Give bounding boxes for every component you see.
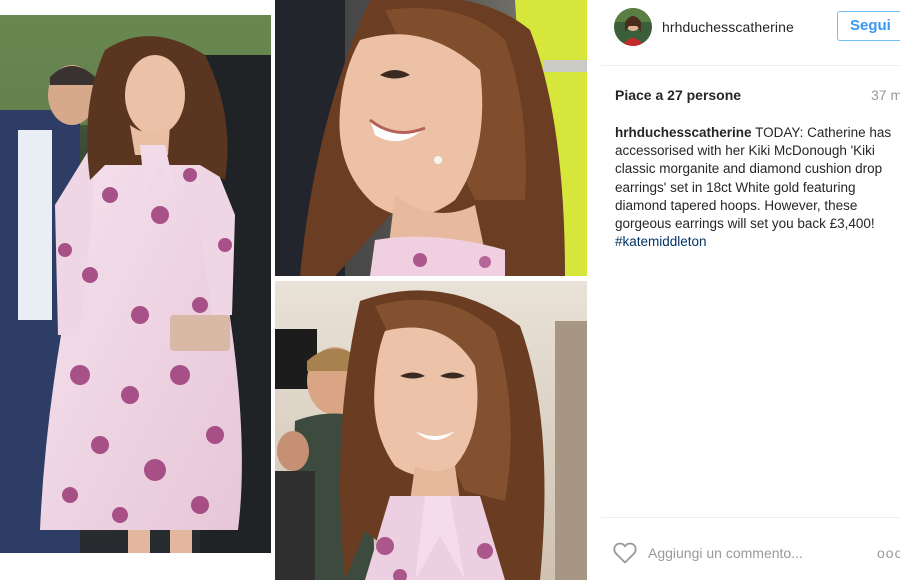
photo-collage	[0, 0, 590, 580]
instagram-post: hrhduchesscatherine Segui Piace a 27 per…	[0, 0, 900, 580]
comment-bar: ooo	[601, 517, 900, 580]
photo-full-length-portrait	[0, 15, 271, 553]
heart-outline-icon[interactable]	[613, 542, 637, 564]
post-header: hrhduchesscatherine Segui	[601, 0, 900, 66]
username-link[interactable]: hrhduchesscatherine	[662, 19, 794, 35]
caption-text: TODAY: Catherine has accessorised with h…	[615, 125, 892, 232]
post-side-panel: hrhduchesscatherine Segui Piace a 27 per…	[601, 0, 900, 580]
likes-count[interactable]: Piace a 27 persone	[615, 87, 741, 103]
post-caption: hrhduchesscatherine TODAY: Catherine has…	[615, 124, 900, 251]
more-options-icon[interactable]: ooo	[877, 545, 900, 561]
caption-author[interactable]: hrhduchesscatherine	[615, 125, 752, 140]
post-timestamp[interactable]: 37 m	[871, 87, 900, 103]
follow-button[interactable]: Segui	[837, 11, 900, 41]
comment-input[interactable]	[648, 542, 848, 564]
caption-hashtag[interactable]: #katemiddleton	[615, 233, 900, 251]
photo-smiling-three-quarter	[275, 281, 587, 580]
avatar[interactable]	[614, 8, 652, 46]
likes-row: Piace a 27 persone 37 m	[615, 87, 900, 105]
photo-closeup-looking-up	[275, 0, 587, 276]
